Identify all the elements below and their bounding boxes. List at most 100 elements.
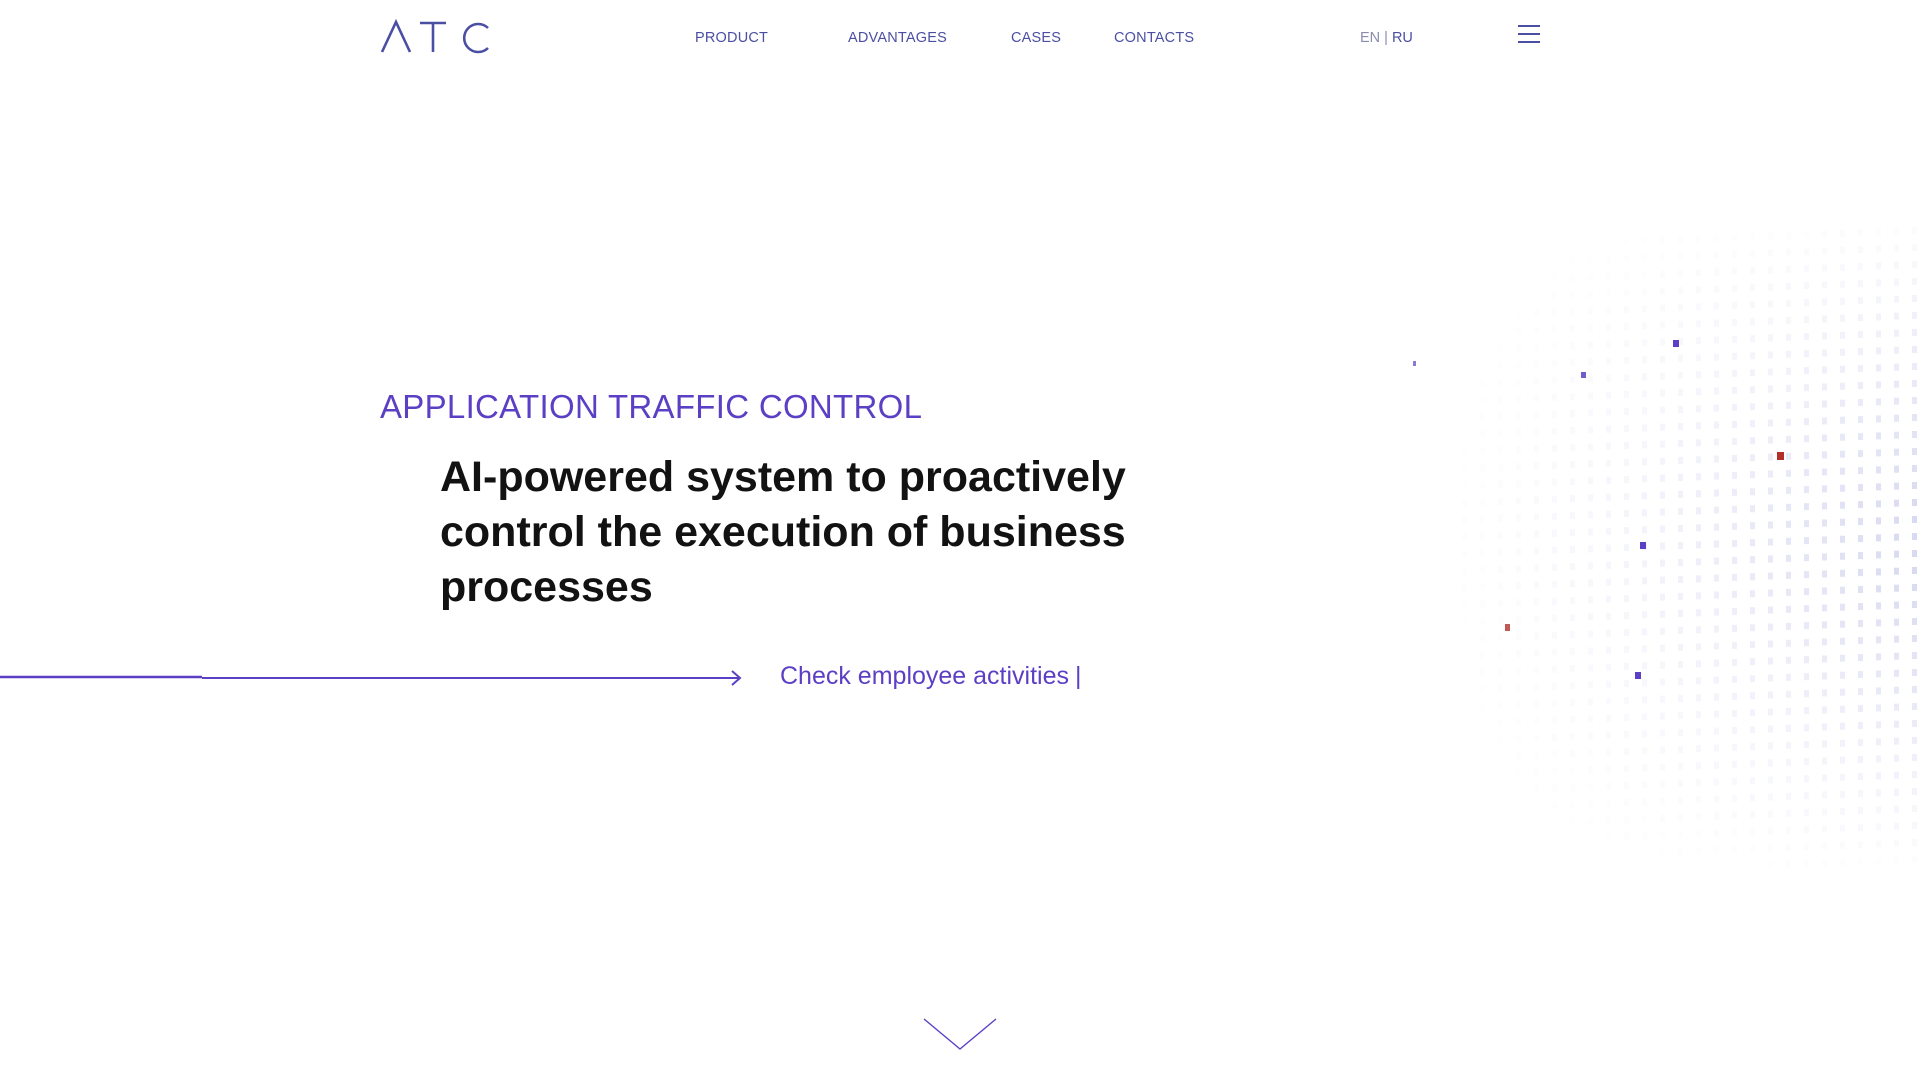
lang-en[interactable]: EN [1360, 30, 1380, 46]
dot [1732, 743, 1737, 751]
dot [1624, 340, 1629, 348]
dot [1678, 490, 1683, 498]
dot [1876, 670, 1881, 678]
dot [1588, 460, 1593, 468]
dot [1840, 858, 1845, 866]
dot [1750, 658, 1755, 666]
nav-product[interactable]: PRODUCT [695, 30, 768, 46]
dot [1606, 289, 1611, 297]
dot [1606, 612, 1611, 620]
nav-cases[interactable]: CASES [1011, 30, 1061, 46]
dot [1696, 643, 1701, 651]
atc-logo[interactable] [380, 18, 492, 54]
dot [1750, 692, 1755, 700]
dot [1804, 520, 1809, 528]
dot [1480, 464, 1485, 472]
dot [1462, 516, 1467, 524]
dot [1894, 720, 1899, 728]
dot [1498, 514, 1503, 522]
menu-bar-bottom [1518, 41, 1540, 43]
dot [1840, 807, 1845, 815]
dot [1840, 467, 1845, 475]
dot [1570, 716, 1575, 724]
dot [1696, 575, 1701, 583]
dot [1786, 367, 1791, 375]
dot [1552, 461, 1557, 469]
dot [1624, 816, 1629, 824]
lang-ru[interactable]: RU [1392, 30, 1413, 46]
dot [1534, 700, 1539, 708]
dot [1876, 381, 1881, 389]
dot [1642, 730, 1647, 738]
dot [1732, 352, 1737, 360]
dot [1912, 397, 1917, 404]
dot [1516, 599, 1521, 607]
chevron-down-icon[interactable] [920, 1015, 1000, 1055]
dot [1750, 828, 1755, 836]
dot [1606, 578, 1611, 586]
dot [1840, 484, 1845, 492]
dot [1714, 761, 1719, 769]
dot [1588, 817, 1593, 825]
dot [1786, 843, 1791, 851]
hamburger-menu-icon[interactable] [1518, 24, 1540, 46]
dot [1678, 575, 1683, 583]
dot [1678, 558, 1683, 566]
dot [1750, 726, 1755, 734]
dot [1660, 610, 1665, 618]
dot [1642, 322, 1647, 330]
dot [1804, 809, 1809, 817]
dot [1858, 365, 1863, 373]
dot [1750, 352, 1755, 360]
dot [1840, 569, 1845, 577]
dot [1858, 739, 1863, 747]
dot [1498, 582, 1503, 590]
dot [1696, 711, 1701, 719]
dot [1714, 336, 1719, 344]
dot [1804, 537, 1809, 545]
dot [1552, 291, 1557, 299]
dot [1516, 633, 1521, 641]
dot [1840, 280, 1845, 288]
dot [1858, 807, 1863, 815]
dot [1462, 601, 1467, 608]
nav-contacts[interactable]: CONTACTS [1114, 30, 1194, 46]
dot [1516, 769, 1521, 776]
dot [1678, 371, 1683, 379]
dot [1876, 823, 1881, 831]
dot [1660, 814, 1665, 822]
dot [1516, 361, 1521, 369]
dot [1534, 547, 1539, 555]
dot [1804, 231, 1809, 239]
dot [1768, 436, 1773, 444]
dot [1822, 672, 1827, 680]
dot [1768, 674, 1773, 682]
dot [1732, 845, 1737, 853]
dot [1516, 667, 1521, 675]
dot [1858, 688, 1863, 696]
dot [1660, 491, 1665, 499]
dot [1678, 354, 1683, 362]
dot [1498, 650, 1503, 658]
dot [1876, 364, 1881, 372]
dot [1786, 520, 1791, 528]
dot [1804, 486, 1809, 494]
dot [1570, 699, 1575, 707]
dot [1606, 629, 1611, 637]
dot [1534, 768, 1539, 776]
dot [1660, 780, 1665, 788]
nav-advantages[interactable]: ADVANTAGES [848, 30, 947, 46]
dot [1480, 397, 1485, 404]
dot [1714, 285, 1719, 293]
accent-dot [1413, 361, 1416, 366]
lang-separator: | [1384, 30, 1388, 46]
dot [1894, 397, 1899, 405]
dot [1750, 777, 1755, 785]
dot [1732, 284, 1737, 292]
dot [1660, 763, 1665, 771]
dot [1786, 299, 1791, 307]
dot [1750, 522, 1755, 530]
dot [1552, 784, 1557, 792]
dot [1804, 350, 1809, 358]
dot [1876, 636, 1881, 644]
